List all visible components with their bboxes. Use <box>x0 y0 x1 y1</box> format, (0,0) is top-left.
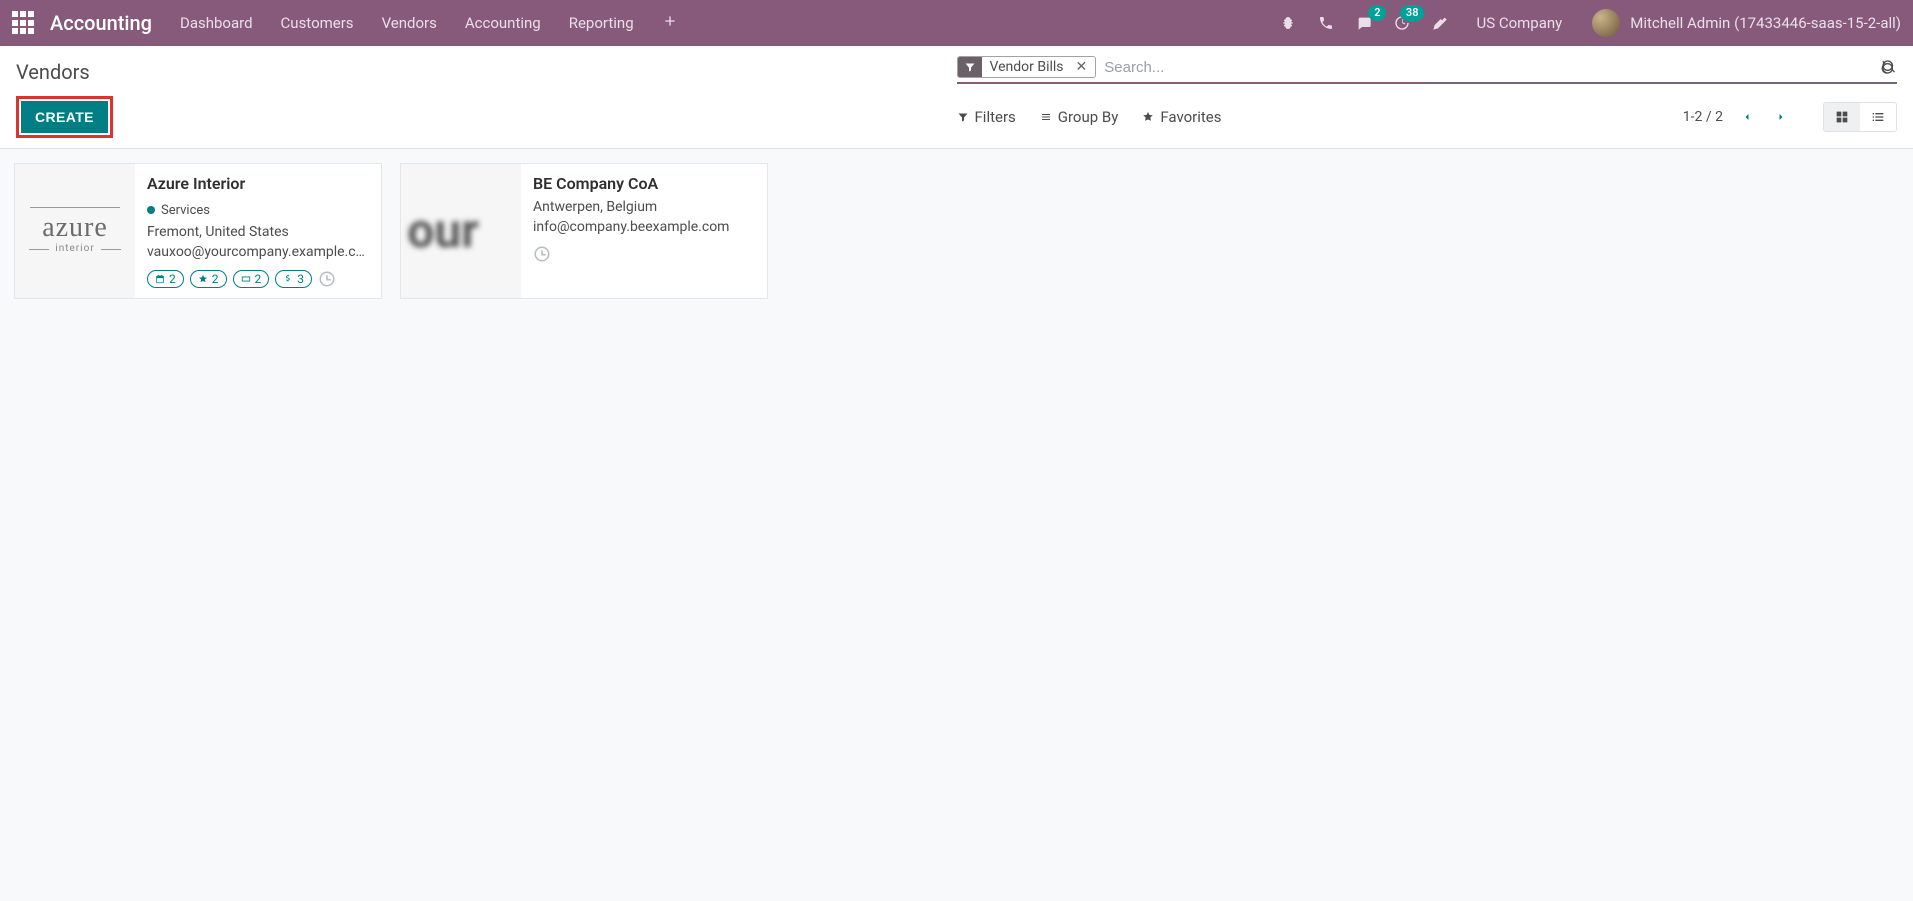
nav-menu: Dashboard Customers Vendors Accounting R… <box>180 13 678 34</box>
filters-dropdown[interactable]: Filters <box>957 108 1016 126</box>
activity-clock-icon[interactable] <box>533 245 551 263</box>
create-highlight: CREATE <box>16 96 113 138</box>
search-options: Filters Group By Favorites <box>957 108 1222 126</box>
nav-dashboard[interactable]: Dashboard <box>180 14 253 32</box>
vendor-location: Fremont, United States <box>147 224 369 240</box>
purchases-pill[interactable]: 3 <box>275 270 312 288</box>
filter-tag-close-icon[interactable]: ✕ <box>1072 59 1096 75</box>
opportunities-pill[interactable]: 2 <box>190 270 227 288</box>
create-button[interactable]: CREATE <box>21 101 108 133</box>
nav-vendors[interactable]: Vendors <box>382 14 437 32</box>
app-brand[interactable]: Accounting <box>50 11 152 35</box>
search-bar[interactable]: Vendor Bills ✕ <box>957 54 1898 84</box>
meetings-pill[interactable]: 2 <box>147 270 184 288</box>
vendor-email: vauxoo@yourcompany.example.c… <box>147 244 369 260</box>
control-panel: Vendors Vendor Bills ✕ CREATE <box>0 46 1913 149</box>
vendor-image: our <box>401 164 521 298</box>
pager-next-icon[interactable] <box>1771 107 1791 127</box>
nav-add-icon[interactable] <box>662 13 678 34</box>
search-icon[interactable] <box>1881 59 1897 75</box>
user-name: Mitchell Admin (17433446-saas-15-2-all) <box>1630 14 1901 32</box>
vendor-card[interactable]: our BE Company CoA Antwerpen, Belgium in… <box>400 163 768 299</box>
nav-customers[interactable]: Customers <box>281 14 354 32</box>
breadcrumb: Vendors <box>16 54 957 84</box>
view-switcher <box>1823 102 1897 132</box>
nav-accounting[interactable]: Accounting <box>465 14 541 32</box>
pager-prev-icon[interactable] <box>1737 107 1757 127</box>
tag-dot-icon <box>147 206 155 214</box>
vendor-image: azure interior <box>15 164 135 298</box>
view-list-icon[interactable] <box>1860 103 1896 131</box>
vendor-tag: Services <box>147 203 210 218</box>
avatar <box>1592 9 1620 37</box>
messaging-icon[interactable]: 2 <box>1356 15 1372 31</box>
view-kanban-icon[interactable] <box>1824 103 1860 131</box>
phone-icon[interactable] <box>1318 15 1334 31</box>
top-nav: Accounting Dashboard Customers Vendors A… <box>0 0 1913 46</box>
activity-clock-icon[interactable] <box>318 270 336 288</box>
favorites-dropdown[interactable]: Favorites <box>1142 108 1221 126</box>
filter-icon <box>958 57 982 77</box>
sales-pill[interactable]: 2 <box>233 270 270 288</box>
vendor-card[interactable]: azure interior Azure Interior Services F… <box>14 163 382 299</box>
vendor-name: BE Company CoA <box>533 174 755 193</box>
debug-icon[interactable] <box>1280 15 1296 31</box>
systray: 2 38 US Company Mitchell Admin (17433446… <box>1280 9 1901 37</box>
vendor-name: Azure Interior <box>147 174 369 193</box>
pager[interactable]: 1-2 / 2 <box>1683 109 1723 125</box>
groupby-dropdown[interactable]: Group By <box>1040 108 1119 126</box>
vendor-location: Antwerpen, Belgium <box>533 199 755 215</box>
activities-icon[interactable]: 38 <box>1394 15 1410 31</box>
nav-reporting[interactable]: Reporting <box>569 14 634 32</box>
messaging-badge: 2 <box>1368 5 1386 21</box>
company-switcher[interactable]: US Company <box>1476 14 1562 32</box>
kanban-view: azure interior Azure Interior Services F… <box>0 149 1913 313</box>
vendor-email: info@company.beexample.com <box>533 219 755 235</box>
activities-badge: 38 <box>1400 5 1425 21</box>
filter-tag-label: Vendor Bills <box>982 57 1072 77</box>
search-input[interactable] <box>1104 59 1881 76</box>
tools-icon[interactable] <box>1432 15 1448 31</box>
search-filter-tag: Vendor Bills ✕ <box>957 56 1097 78</box>
apps-icon[interactable] <box>12 11 36 35</box>
user-menu[interactable]: Mitchell Admin (17433446-saas-15-2-all) <box>1592 9 1901 37</box>
